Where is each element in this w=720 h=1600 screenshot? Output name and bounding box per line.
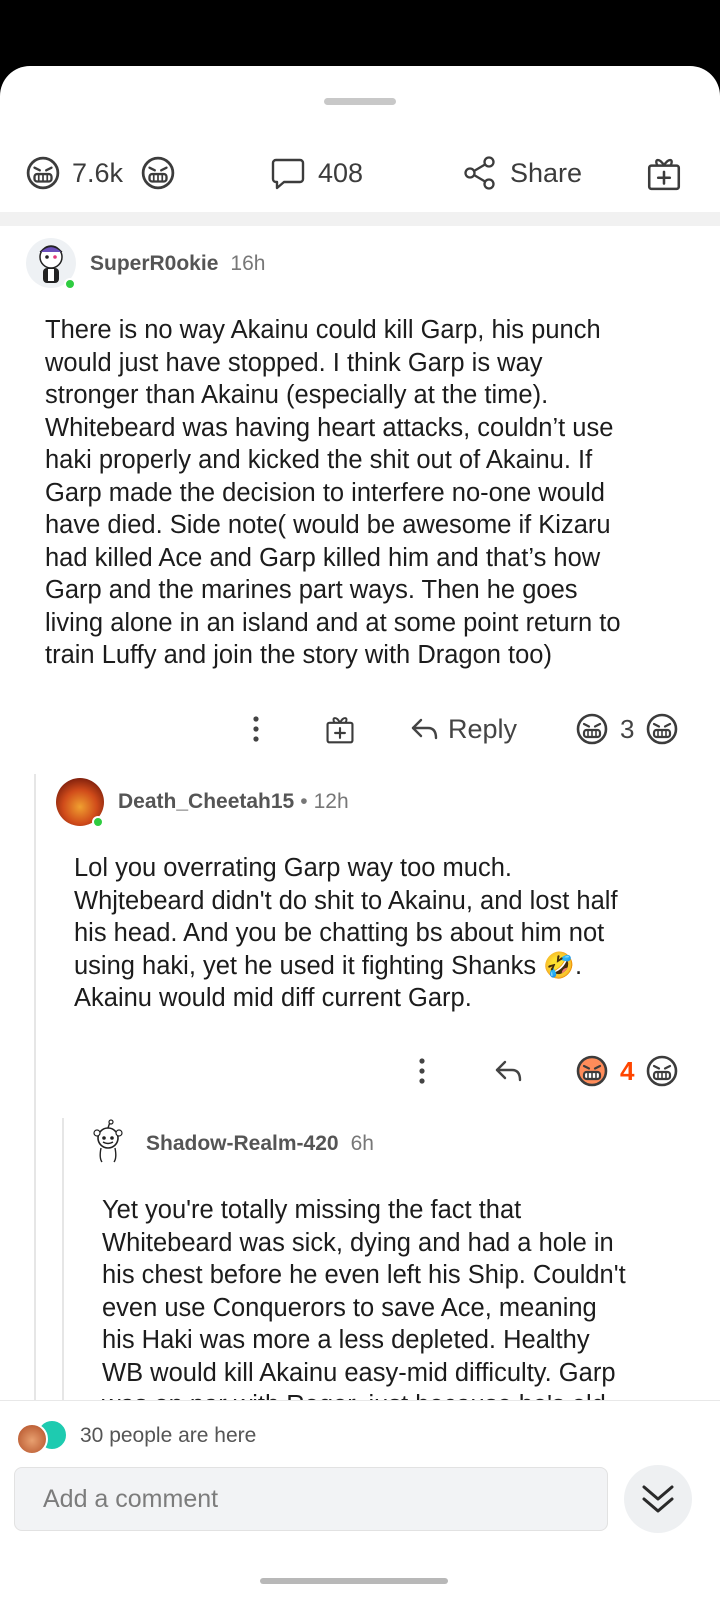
vote-count: 3 <box>620 713 635 744</box>
comment-line: Garp and the marines part ways. Then he … <box>45 576 578 604</box>
vote-count: 4 <box>620 1055 635 1086</box>
comment-time: 6h <box>350 1132 374 1155</box>
comment-line: train Luffy and join the story with Drag… <box>45 641 552 669</box>
comment-body: There is no way Akainu could kill Garp, … <box>45 314 621 672</box>
upvote-icon[interactable] <box>26 156 60 190</box>
status-bar <box>0 0 720 66</box>
award-icon <box>645 154 683 192</box>
avatar <box>16 1423 48 1455</box>
comment-composer-panel: 30 people are here Add a comment <box>0 1400 720 1600</box>
share-icon <box>464 156 495 190</box>
vote-group: 4 <box>576 1048 678 1094</box>
presence-text: 30 people are here <box>80 1424 257 1447</box>
comment-line: using haki, yet he used it fighting Shan… <box>74 951 583 980</box>
add-comment-input[interactable]: Add a comment <box>14 1467 608 1531</box>
reply-button[interactable]: Reply <box>408 706 517 752</box>
upvote-icon[interactable] <box>576 1055 608 1087</box>
reply-arrow-icon <box>492 1055 524 1087</box>
home-indicator[interactable] <box>260 1578 448 1584</box>
comment-meta: SuperR0okie 16h <box>90 252 265 276</box>
more-options-icon <box>250 713 262 745</box>
avatar[interactable] <box>84 1118 132 1166</box>
downvote-icon[interactable] <box>646 713 678 745</box>
more-options-icon <box>416 1055 428 1087</box>
comment-username[interactable]: SuperR0okie <box>90 252 218 276</box>
comment-line: WB would kill Akainu easy-mid difficulty… <box>102 1358 616 1387</box>
comment-line: even use Conquerors to save Ace, meaning <box>102 1293 597 1322</box>
upvote-count: 7.6k <box>72 157 124 188</box>
reply-button[interactable] <box>492 1048 524 1094</box>
comment-line: stronger than Akainu (especially at the … <box>45 381 549 409</box>
award-button[interactable] <box>324 706 356 752</box>
post-action-bar: 7.6k 408 Share <box>0 142 720 204</box>
share-button[interactable]: Share <box>462 142 582 204</box>
sheet-grabber-handle[interactable] <box>324 98 396 105</box>
comment-actions: 4 <box>0 1048 720 1094</box>
vote-group: 3 <box>576 706 678 752</box>
comment-line: There is no way Akainu could kill Garp, … <box>45 316 601 344</box>
online-status-indicator <box>92 816 104 828</box>
comments-sheet: 7.6k 408 Share SuperR0okie 16h There is … <box>0 66 720 1600</box>
comment-line: Akainu would mid diff current Garp. <box>74 984 472 1012</box>
comment-line: Whitebeard was having heart attacks, cou… <box>45 413 614 442</box>
snoo-avatar-icon <box>93 1119 123 1163</box>
share-label: Share <box>510 157 583 188</box>
reply-arrow-icon <box>408 713 440 745</box>
vote-group: 7.6k <box>26 142 175 204</box>
award-icon <box>324 713 356 745</box>
comment-line: his chest before he even left his Ship. … <box>102 1261 626 1289</box>
online-status-indicator <box>64 278 76 290</box>
presence-avatars <box>16 1419 70 1455</box>
comment-bubble-icon <box>271 158 305 190</box>
comment-line: his head. And you be chatting bs about h… <box>74 919 605 947</box>
comment-line: his Haki was more a less depleted. Healt… <box>102 1326 590 1354</box>
comment-line: would just have stopped. I think Garp is… <box>45 348 543 377</box>
more-options-button[interactable] <box>250 706 262 752</box>
comment-body: Lol you overrating Garp way too much. Wh… <box>74 852 618 1015</box>
presence-indicator: 30 people are here <box>16 1419 257 1455</box>
comment-line: have died. Side note( would be awesome i… <box>45 511 611 539</box>
comment-username[interactable]: Death_Cheetah15 <box>118 790 294 814</box>
comment-line: had killed Ace and Garp killed him and t… <box>45 543 601 572</box>
comment-username[interactable]: Shadow-Realm-420 <box>146 1132 339 1156</box>
comment-line: haki properly and kicked the shit out of… <box>45 446 593 474</box>
award-button[interactable] <box>645 142 683 204</box>
downvote-icon[interactable] <box>141 156 175 190</box>
comments-button[interactable]: 408 <box>270 142 363 204</box>
comment-meta: Shadow-Realm-420 6h <box>146 1132 374 1156</box>
comment-body: Yet you're totally missing the fact that… <box>102 1194 626 1422</box>
section-divider <box>0 212 720 226</box>
comment-time: 16h <box>230 252 266 275</box>
comment-time: 12h <box>313 790 349 813</box>
reply-label: Reply <box>448 713 518 744</box>
comment-line: living alone in an island and at some po… <box>45 608 621 637</box>
comment-line: Whitebeard was sick, dying and had a hol… <box>102 1228 614 1257</box>
more-options-button[interactable] <box>416 1048 428 1094</box>
comment-separator: • <box>300 790 308 813</box>
jump-to-next-button[interactable] <box>624 1465 692 1533</box>
comment-line: Whjtebeard didn't do shit to Akainu, and… <box>74 886 618 915</box>
upvote-icon[interactable] <box>576 713 608 745</box>
comment-count: 408 <box>318 157 364 188</box>
comment-line: Yet you're totally missing the fact that <box>102 1196 522 1224</box>
comment-line: Garp made the decision to interfere no-o… <box>45 478 605 507</box>
comment-actions: Reply 3 <box>0 706 720 752</box>
downvote-icon[interactable] <box>646 1055 678 1087</box>
comment-meta: Death_Cheetah15 • 12h <box>118 790 349 814</box>
comment-line: Lol you overrating Garp way too much. <box>74 854 512 882</box>
chevron-double-down-icon <box>642 1485 674 1513</box>
